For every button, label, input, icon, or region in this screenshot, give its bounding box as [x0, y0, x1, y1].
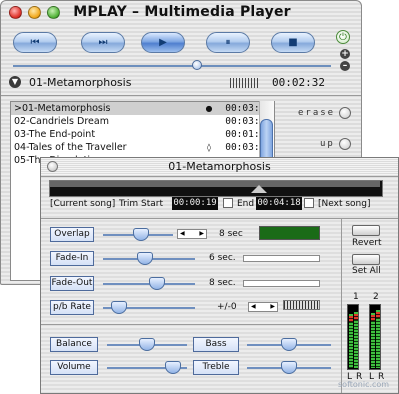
- divider: [341, 218, 342, 393]
- elapsed-time: 00:02:32: [272, 76, 325, 89]
- fade-in-button[interactable]: Fade-In: [50, 251, 94, 266]
- power-icon[interactable]: ⏻: [336, 30, 350, 44]
- seek-bar[interactable]: [13, 65, 331, 67]
- playback-rate-meter: [283, 300, 320, 310]
- current-song-button[interactable]: [Current song]: [50, 199, 115, 209]
- fade-in-value: 6 sec.: [209, 253, 236, 263]
- track-name: >01-Metamorphosis: [14, 103, 111, 114]
- divider: [41, 324, 341, 325]
- meter-2-label: 2: [373, 292, 379, 302]
- track-name: 03-The End-point: [14, 129, 96, 140]
- playback-rate-stepper[interactable]: ◀ ▶: [248, 302, 278, 312]
- fade-out-value: 8 sec.: [209, 278, 236, 288]
- meter-left-fill: [349, 314, 353, 368]
- overlap-slider-thumb[interactable]: [132, 228, 149, 241]
- bass-button[interactable]: Bass: [193, 337, 239, 352]
- next-song-button[interactable]: [Next song]: [318, 199, 370, 209]
- level-meter-2: [369, 304, 381, 370]
- meter-left-peak: [349, 316, 353, 322]
- waveform-selection: [50, 181, 380, 187]
- disclosure-icon[interactable]: ▼: [9, 76, 21, 88]
- minus-icon[interactable]: –: [340, 61, 350, 71]
- volume-slider-thumb[interactable]: [164, 361, 181, 374]
- balance-button[interactable]: Balance: [50, 337, 98, 352]
- overlap-value: 8 sec: [219, 229, 243, 239]
- stop-button[interactable]: ■: [271, 32, 315, 53]
- playlist-row[interactable]: >01-Metamorphosis ● 00:03:59: [11, 102, 274, 115]
- trim-start-label: Trim Start: [119, 199, 163, 209]
- revert-button[interactable]: [352, 225, 380, 236]
- overlap-indicator: [259, 226, 320, 240]
- trim-end-field[interactable]: 00:04:18: [256, 197, 302, 210]
- effects-window: 01-Metamorphosis [Current song] Trim Sta…: [40, 157, 399, 394]
- trim-start-checkbox[interactable]: [223, 198, 233, 208]
- playlist-row[interactable]: 03-The End-point 00:01:57: [11, 128, 274, 141]
- plus-icon[interactable]: +: [340, 49, 350, 59]
- app-title: MPLAY – Multimedia Player: [73, 4, 291, 20]
- next-icon: ⏭: [98, 36, 108, 48]
- meter-1-label: 1: [353, 292, 359, 302]
- divider: [41, 218, 398, 219]
- playback-rate-slider-thumb[interactable]: [110, 301, 127, 314]
- track-name: 04-Tales of the Traveller: [14, 142, 127, 153]
- revert-label: Revert: [352, 238, 382, 248]
- stop-icon: ■: [288, 36, 298, 48]
- treble-slider-thumb[interactable]: [281, 361, 297, 374]
- now-playing-title: 01-Metamorphosis: [29, 76, 132, 89]
- up-label: up: [320, 139, 335, 149]
- seek-thumb[interactable]: [192, 60, 203, 70]
- trim-end-checkbox[interactable]: [304, 198, 314, 208]
- fade-out-bar: [243, 280, 320, 287]
- waveform-marker-icon[interactable]: [251, 185, 267, 193]
- treble-button[interactable]: Treble: [193, 360, 239, 375]
- fade-out-button[interactable]: Fade-Out: [50, 276, 94, 291]
- playback-rate-value: +/-0: [217, 302, 237, 312]
- fade-out-slider-thumb[interactable]: [148, 277, 165, 290]
- track-name: 02-Candriels Dream: [14, 116, 109, 127]
- watermark: softonic.com: [338, 380, 390, 389]
- previous-icon: ⏮: [30, 36, 40, 48]
- meter-right-peak: [354, 314, 358, 320]
- level-meter-icon: [230, 78, 260, 88]
- balance-slider-thumb[interactable]: [139, 338, 155, 351]
- fade-in-bar: [243, 255, 320, 262]
- track-mark: ◊: [207, 143, 211, 152]
- set-all-button[interactable]: [352, 254, 380, 265]
- meter-right-fill: [354, 312, 358, 368]
- pause-button[interactable]: ⏸: [206, 32, 250, 53]
- meter-right-fill: [376, 310, 380, 368]
- erase-button[interactable]: [339, 107, 351, 119]
- meter-left-fill: [371, 313, 375, 368]
- overlap-stepper[interactable]: ◀ ▶: [177, 229, 207, 239]
- playlist-row[interactable]: 04-Tales of the Traveller ◊ 00:03:21: [11, 141, 274, 154]
- effects-title: 01-Metamorphosis: [168, 160, 271, 173]
- erase-label: erase: [298, 108, 336, 118]
- set-all-label: Set All: [352, 266, 381, 276]
- trim-start-field[interactable]: 00:00:19: [172, 197, 218, 210]
- up-button[interactable]: [339, 138, 351, 150]
- meter-left-peak: [371, 315, 375, 321]
- track-mark: ●: [205, 104, 213, 113]
- pause-icon: ⏸: [225, 36, 231, 48]
- bass-slider-thumb[interactable]: [281, 338, 297, 351]
- previous-button[interactable]: ⏮: [13, 32, 57, 53]
- play-icon: ▶: [159, 36, 167, 48]
- play-button[interactable]: ▶: [141, 32, 185, 53]
- overlap-button[interactable]: Overlap: [50, 227, 94, 242]
- next-button[interactable]: ⏭: [81, 32, 125, 53]
- meter-right-peak: [376, 312, 380, 318]
- playlist-row[interactable]: 02-Candriels Dream 00:03:49: [11, 115, 274, 128]
- level-meter-1: [347, 304, 359, 370]
- divider: [1, 95, 361, 96]
- fade-in-slider-thumb[interactable]: [137, 252, 154, 265]
- volume-button[interactable]: Volume: [50, 360, 98, 375]
- playback-rate-button[interactable]: p/b Rate: [50, 300, 94, 315]
- trim-end-label: End: [237, 199, 255, 209]
